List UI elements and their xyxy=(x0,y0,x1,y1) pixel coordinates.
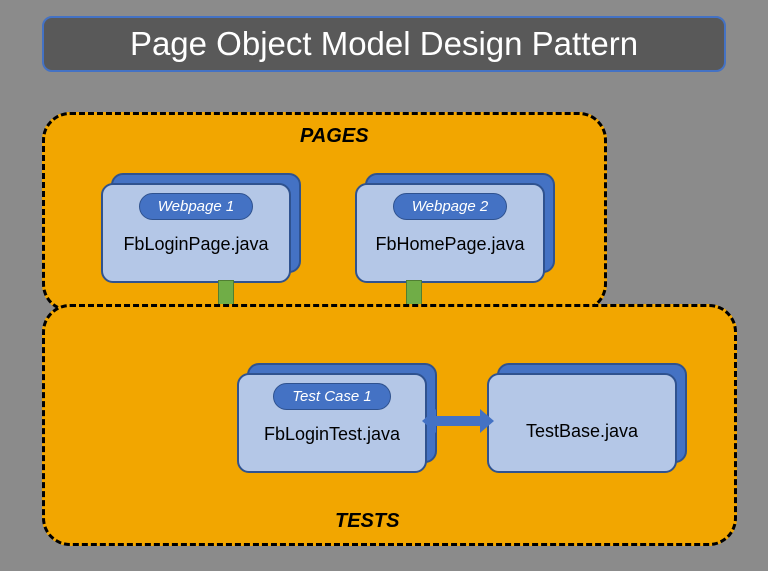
webpage2-pill: Webpage 2 xyxy=(393,193,507,220)
arrow-test-to-testbase xyxy=(436,416,480,426)
webpage2-text: FbHomePage.java xyxy=(375,234,524,255)
card-front: Test Case 1 FbLoginTest.java xyxy=(237,373,427,473)
diagram-title: Page Object Model Design Pattern xyxy=(130,25,638,63)
card-front: Webpage 2 FbHomePage.java xyxy=(355,183,545,283)
card-front: Webpage 1 FbLoginPage.java xyxy=(101,183,291,283)
testcase1-pill: Test Case 1 xyxy=(273,383,391,410)
pages-label: PAGES xyxy=(300,125,369,148)
tests-label: TESTS xyxy=(335,510,399,533)
tests-group: TESTS Test Case 1 FbLoginTest.java TestB… xyxy=(42,304,737,546)
testbase-text: TestBase.java xyxy=(526,421,638,442)
webpage1-pill: Webpage 1 xyxy=(139,193,253,220)
pages-group: PAGES Webpage 1 FbLoginPage.java Webpage… xyxy=(42,112,607,312)
testcase1-text: FbLoginTest.java xyxy=(264,424,400,445)
title-bar: Page Object Model Design Pattern xyxy=(42,16,726,72)
webpage1-text: FbLoginPage.java xyxy=(123,234,268,255)
card-front: TestBase.java xyxy=(487,373,677,473)
